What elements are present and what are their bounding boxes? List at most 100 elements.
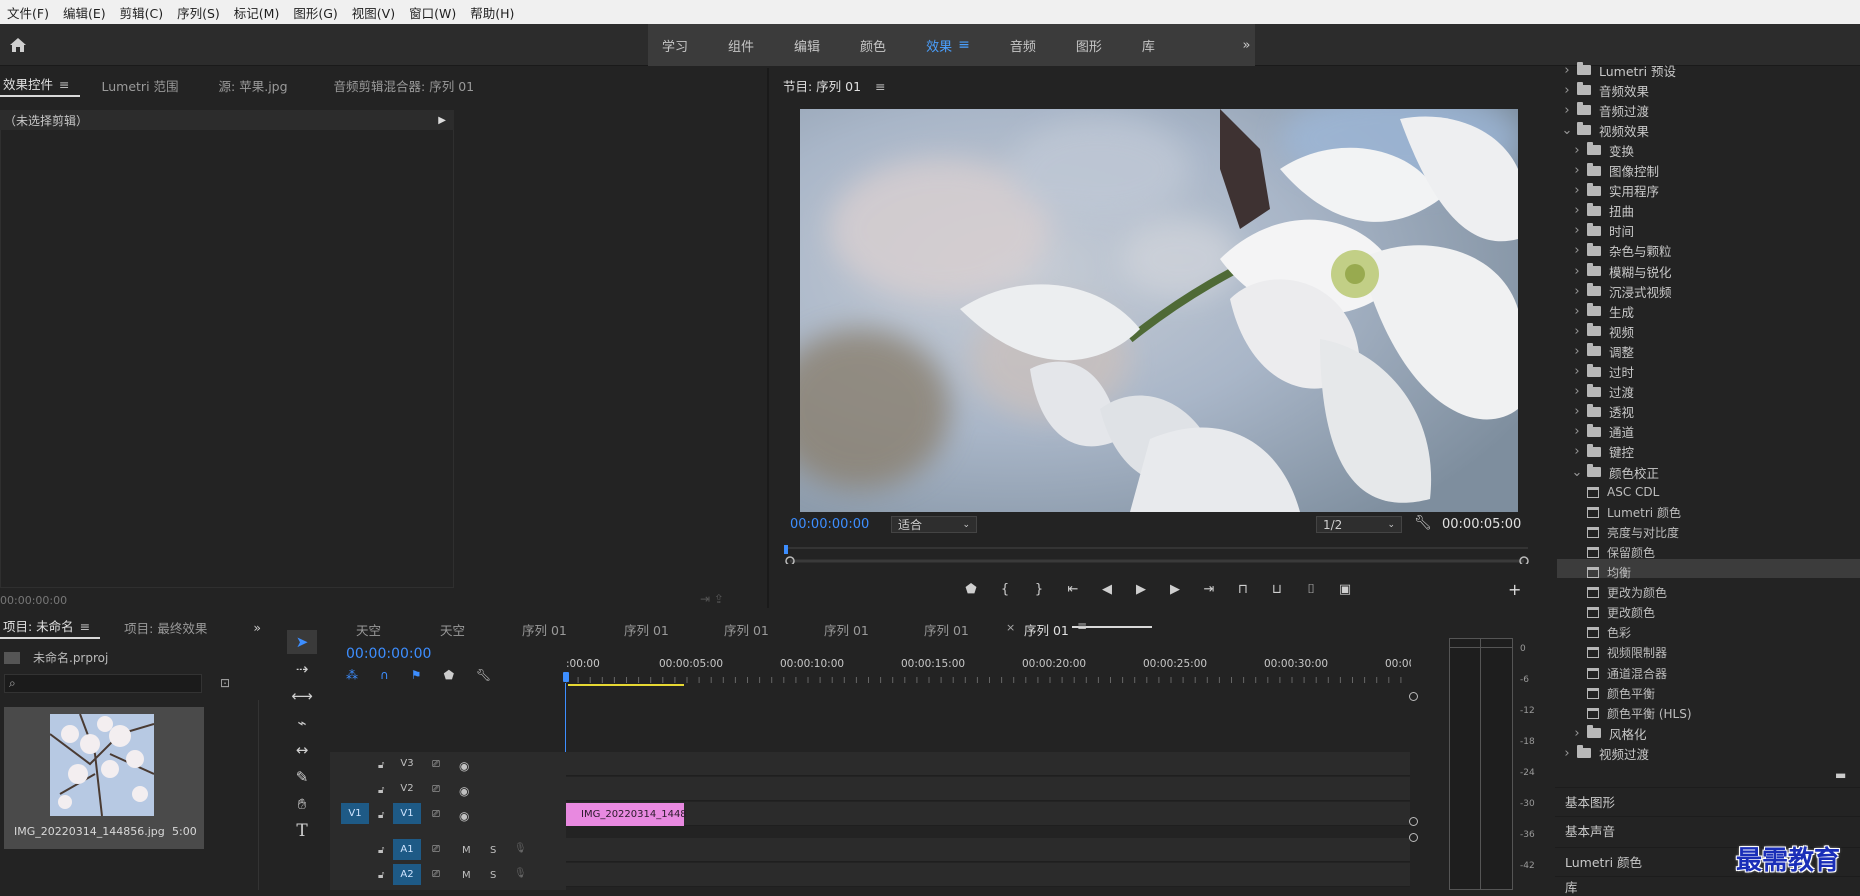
track-v2-label[interactable]: V2: [393, 778, 421, 799]
source-patch-v1[interactable]: V1: [341, 803, 369, 824]
tab-audio-clip-mixer[interactable]: 音频剪辑混合器: 序列 01: [324, 76, 485, 95]
chevron-right-icon[interactable]: ›: [1571, 424, 1583, 439]
sequence-tab[interactable]: 天空: [356, 620, 381, 639]
sync-lock-icon[interactable]: ⎚: [432, 844, 440, 855]
workspace-color[interactable]: 颜色: [860, 36, 886, 55]
menu-edit[interactable]: 编辑(E): [56, 3, 113, 22]
menu-clip[interactable]: 剪辑(C): [113, 3, 170, 22]
tree-folder[interactable]: › 透视: [1571, 402, 1634, 422]
track-v1-label[interactable]: V1: [393, 803, 421, 824]
chevron-right-icon[interactable]: ›: [1571, 243, 1583, 258]
program-scrubber[interactable]: [784, 544, 1530, 564]
workspace-assembly[interactable]: 组件: [728, 36, 754, 55]
tree-effect[interactable]: 均衡: [1583, 563, 1631, 583]
tree-folder[interactable]: › 音频效果: [1561, 80, 1649, 100]
chevron-down-icon[interactable]: ⌄: [1561, 123, 1573, 138]
tree-folder[interactable]: › 风格化: [1571, 723, 1647, 743]
tree-effect[interactable]: 更改颜色: [1583, 603, 1655, 623]
sequence-tab[interactable]: 天空: [440, 620, 465, 639]
scroll-handle-mid[interactable]: [1409, 817, 1418, 826]
panel-menu-icon[interactable]: ≡: [875, 79, 885, 94]
workspace-graphics[interactable]: 图形: [1076, 36, 1102, 55]
chevron-right-icon[interactable]: ›: [1571, 304, 1583, 319]
menu-view[interactable]: 视图(V): [345, 3, 402, 22]
chevron-right-icon[interactable]: ›: [1561, 83, 1573, 98]
wrench-icon[interactable]: 🔧︎: [1414, 515, 1432, 531]
resolution-dropdown[interactable]: 1/2 ⌄: [1316, 516, 1402, 533]
panel-menu-icon[interactable]: ≡: [80, 619, 90, 634]
tree-effect[interactable]: 更改为颜色: [1583, 583, 1667, 603]
playhead-handle[interactable]: [563, 672, 569, 682]
tree-folder[interactable]: › 杂色与颗粒: [1571, 241, 1672, 261]
eye-icon[interactable]: ◉: [459, 809, 469, 823]
hamburger-menu-icon[interactable]: ≡: [958, 37, 970, 53]
tab-project-final[interactable]: 项目: 最终效果: [114, 618, 217, 637]
tree-folder[interactable]: › 沉浸式视频: [1571, 281, 1672, 301]
more-workspaces-icon[interactable]: »: [1238, 24, 1255, 66]
scroll-handle-audio[interactable]: [1409, 833, 1418, 842]
mute-button[interactable]: M: [462, 845, 471, 856]
chevron-right-icon[interactable]: ›: [1571, 364, 1583, 379]
track-select-tool-icon[interactable]: ⇢: [282, 657, 322, 681]
sequence-tab[interactable]: 序列 01: [624, 620, 669, 639]
chevron-right-icon[interactable]: ›: [1571, 284, 1583, 299]
chevron-right-icon[interactable]: ›: [1571, 183, 1583, 198]
tab-effect-controls[interactable]: 效果控件 ≡: [0, 74, 80, 97]
add-marker-icon[interactable]: ⬟: [444, 668, 454, 682]
timeline-timecode[interactable]: 00:00:00:00: [346, 646, 431, 662]
menu-sequence[interactable]: 序列(S): [170, 3, 227, 22]
close-tab-icon[interactable]: ×: [1006, 621, 1015, 634]
playhead-timecode[interactable]: 00:00:00:00: [790, 517, 869, 532]
sync-lock-icon[interactable]: ⎚: [432, 869, 440, 880]
tree-folder[interactable]: › 音频过渡: [1561, 100, 1649, 120]
tree-folder[interactable]: › 过时: [1571, 362, 1634, 382]
panel-libraries[interactable]: 库: [1555, 876, 1860, 895]
tab-source[interactable]: 源: 苹果.jpg: [209, 76, 298, 95]
snap-magnet-icon[interactable]: ∩: [380, 668, 389, 682]
tree-effect[interactable]: ASC CDL: [1583, 482, 1659, 502]
eye-icon[interactable]: ◉: [459, 784, 469, 798]
microphone-icon[interactable]: 🎙︎: [514, 843, 527, 854]
menu-file[interactable]: 文件(F): [0, 3, 56, 22]
tree-folder[interactable]: › 时间: [1571, 221, 1634, 241]
chevron-right-icon[interactable]: ›: [1561, 103, 1573, 118]
selection-tool-icon[interactable]: ➤: [287, 630, 317, 654]
chevron-right-icon[interactable]: ›: [1571, 344, 1583, 359]
panel-menu-icon[interactable]: ≡: [59, 77, 69, 92]
sync-lock-icon[interactable]: ⎚: [432, 759, 440, 770]
panel-menu-icon[interactable]: ≡: [1077, 619, 1087, 633]
track-a1-label[interactable]: A1: [393, 839, 421, 860]
tree-folder[interactable]: › 扭曲: [1571, 201, 1634, 221]
go-to-in-icon[interactable]: ⇤: [1062, 578, 1084, 600]
tree-folder[interactable]: › 过渡: [1571, 382, 1634, 402]
solo-button[interactable]: S: [490, 870, 496, 881]
scroll-handle-top[interactable]: [1409, 692, 1418, 701]
tree-effect[interactable]: 亮度与对比度: [1583, 522, 1679, 542]
lock-icon[interactable]: 🔓︎: [378, 870, 384, 881]
comparison-view-icon[interactable]: ▣: [1334, 578, 1356, 600]
chevron-right-icon[interactable]: ›: [1571, 143, 1583, 158]
tree-folder[interactable]: › 视频: [1571, 321, 1634, 341]
menu-marker[interactable]: 标记(M): [227, 3, 287, 22]
tree-folder[interactable]: › 视频过渡: [1561, 743, 1649, 763]
track-a2-label[interactable]: A2: [393, 864, 421, 885]
tree-folder[interactable]: › 图像控制: [1571, 161, 1659, 181]
step-back-icon[interactable]: ◀: [1096, 578, 1118, 600]
sync-lock-icon[interactable]: ⎚: [432, 784, 440, 795]
camera-icon[interactable]: ⌷: [1300, 578, 1322, 600]
sequence-tab[interactable]: 序列 01: [824, 620, 869, 639]
expand-right-icon[interactable]: ▶: [438, 115, 446, 126]
workspace-learn[interactable]: 学习: [662, 36, 688, 55]
tree-effect[interactable]: 通道混合器: [1583, 663, 1667, 683]
find-icon[interactable]: ⊡: [220, 676, 230, 690]
lock-icon[interactable]: 🔓︎: [378, 810, 384, 821]
pen-tool-icon[interactable]: ✎: [282, 765, 322, 789]
home-icon[interactable]: [8, 36, 28, 54]
tree-effect[interactable]: 颜色平衡: [1583, 683, 1655, 703]
timeline-ruler[interactable]: :00:00 00:00:05:00 00:00:10:00 00:00:15:00 0…: [566, 655, 1411, 685]
workspace-effects[interactable]: 效果: [926, 36, 952, 55]
solo-button[interactable]: S: [490, 845, 496, 856]
type-tool-icon[interactable]: T: [282, 819, 322, 843]
tree-folder[interactable]: › 实用程序: [1571, 181, 1659, 201]
track-v3-label[interactable]: V3: [393, 753, 421, 774]
